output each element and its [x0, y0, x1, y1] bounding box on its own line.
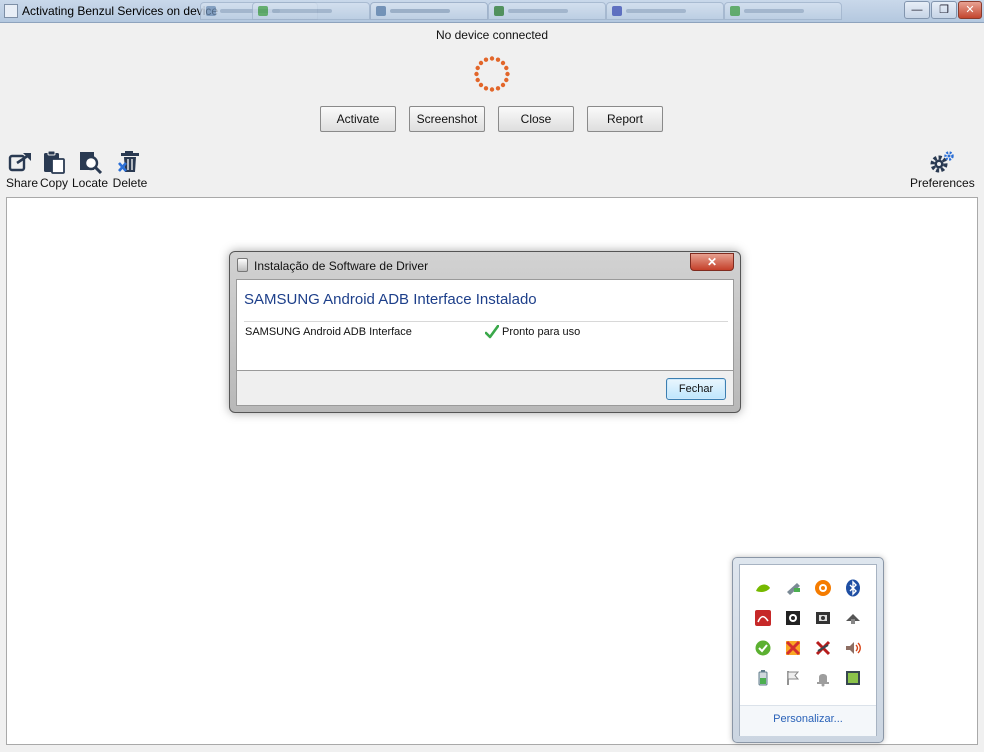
app-icon-3[interactable] — [814, 609, 832, 627]
delete-icon — [118, 151, 139, 172]
driver-install-dialog: Instalação de Software de Driver ✕ SAMSU… — [229, 251, 741, 413]
device-name: SAMSUNG Android ADB Interface — [245, 326, 412, 338]
driver-icon — [237, 258, 248, 272]
dialog-title: Instalação de Software de Driver — [254, 259, 429, 273]
volume-icon[interactable] — [844, 639, 862, 657]
antivirus-icon[interactable] — [784, 639, 802, 657]
update-icon[interactable] — [754, 639, 772, 657]
flag-icon[interactable] — [784, 669, 802, 687]
browser-tab[interactable] — [252, 2, 370, 20]
copy-tool[interactable]: Copy — [40, 150, 68, 190]
tray-icon-grid: Personalizar... — [739, 564, 877, 736]
share-icon — [8, 153, 31, 172]
browser-tab[interactable] — [724, 2, 842, 20]
browser-tab[interactable] — [606, 2, 724, 20]
acrobat-icon[interactable] — [754, 609, 772, 627]
minimize-button[interactable]: — — [904, 1, 930, 19]
window-close-button[interactable]: ✕ — [958, 1, 982, 19]
battery-icon[interactable] — [754, 669, 772, 687]
preferences-tool[interactable]: Preferences — [910, 150, 975, 190]
share-label: Share — [6, 176, 39, 190]
locate-label: Locate — [72, 176, 109, 190]
report-button[interactable]: Report — [587, 106, 663, 132]
screenshot-button[interactable]: Screenshot — [409, 106, 485, 132]
display-icon[interactable] — [844, 669, 862, 687]
gear-icon — [930, 151, 954, 173]
app-icon-2[interactable] — [784, 609, 802, 627]
activate-button[interactable]: Activate — [320, 106, 396, 132]
customize-link[interactable]: Personalizar... — [740, 713, 876, 725]
dialog-heading: SAMSUNG Android ADB Interface Instalado — [244, 291, 537, 308]
browser-tab[interactable] — [488, 2, 606, 20]
app-icon — [4, 4, 18, 18]
dialog-footer: Fechar — [236, 371, 734, 406]
browser-tab[interactable] — [370, 2, 488, 20]
notification-icon[interactable] — [814, 669, 832, 687]
favicon-icon — [494, 6, 504, 16]
usb-icon[interactable] — [784, 579, 802, 597]
device-status: Pronto para uso — [484, 324, 581, 339]
favicon-icon — [258, 6, 268, 16]
title-bar: Activating Benzul Services on device — ❐… — [0, 0, 984, 23]
avast-icon[interactable] — [814, 579, 832, 597]
maximize-button[interactable]: ❐ — [931, 1, 957, 19]
locate-tool[interactable]: Locate — [72, 150, 108, 190]
nvidia-icon[interactable] — [754, 579, 772, 597]
fechar-button[interactable]: Fechar — [666, 378, 726, 400]
network-icon[interactable] — [844, 609, 862, 627]
favicon-icon — [206, 6, 216, 16]
delete-tool[interactable]: Delete — [112, 150, 148, 190]
tray-overflow-popup: Personalizar... — [732, 557, 884, 743]
device-status-text: Pronto para uso — [502, 325, 581, 338]
locate-icon — [80, 152, 103, 174]
favicon-icon — [376, 6, 386, 16]
favicon-icon — [612, 6, 622, 16]
divider — [244, 321, 728, 322]
favicon-icon — [730, 6, 740, 16]
connection-status: No device connected — [435, 28, 549, 42]
flash-icon[interactable] — [814, 639, 832, 657]
copy-label: Copy — [40, 176, 69, 190]
close-button[interactable]: Close — [498, 106, 574, 132]
share-tool[interactable]: Share — [6, 150, 39, 190]
bluetooth-icon[interactable] — [844, 579, 862, 597]
browser-tab-strip — [200, 1, 890, 21]
delete-label: Delete — [112, 176, 148, 190]
preferences-label: Preferences — [910, 176, 975, 190]
loading-spinner-icon — [474, 56, 510, 92]
copy-icon — [44, 150, 65, 174]
checkmark-icon — [484, 324, 500, 339]
tray-footer: Personalizar... — [740, 705, 876, 736]
dialog-close-button[interactable]: ✕ — [690, 253, 734, 271]
dialog-body: SAMSUNG Android ADB Interface Instalado … — [236, 279, 734, 371]
window-title: Activating Benzul Services on device — [22, 4, 219, 18]
